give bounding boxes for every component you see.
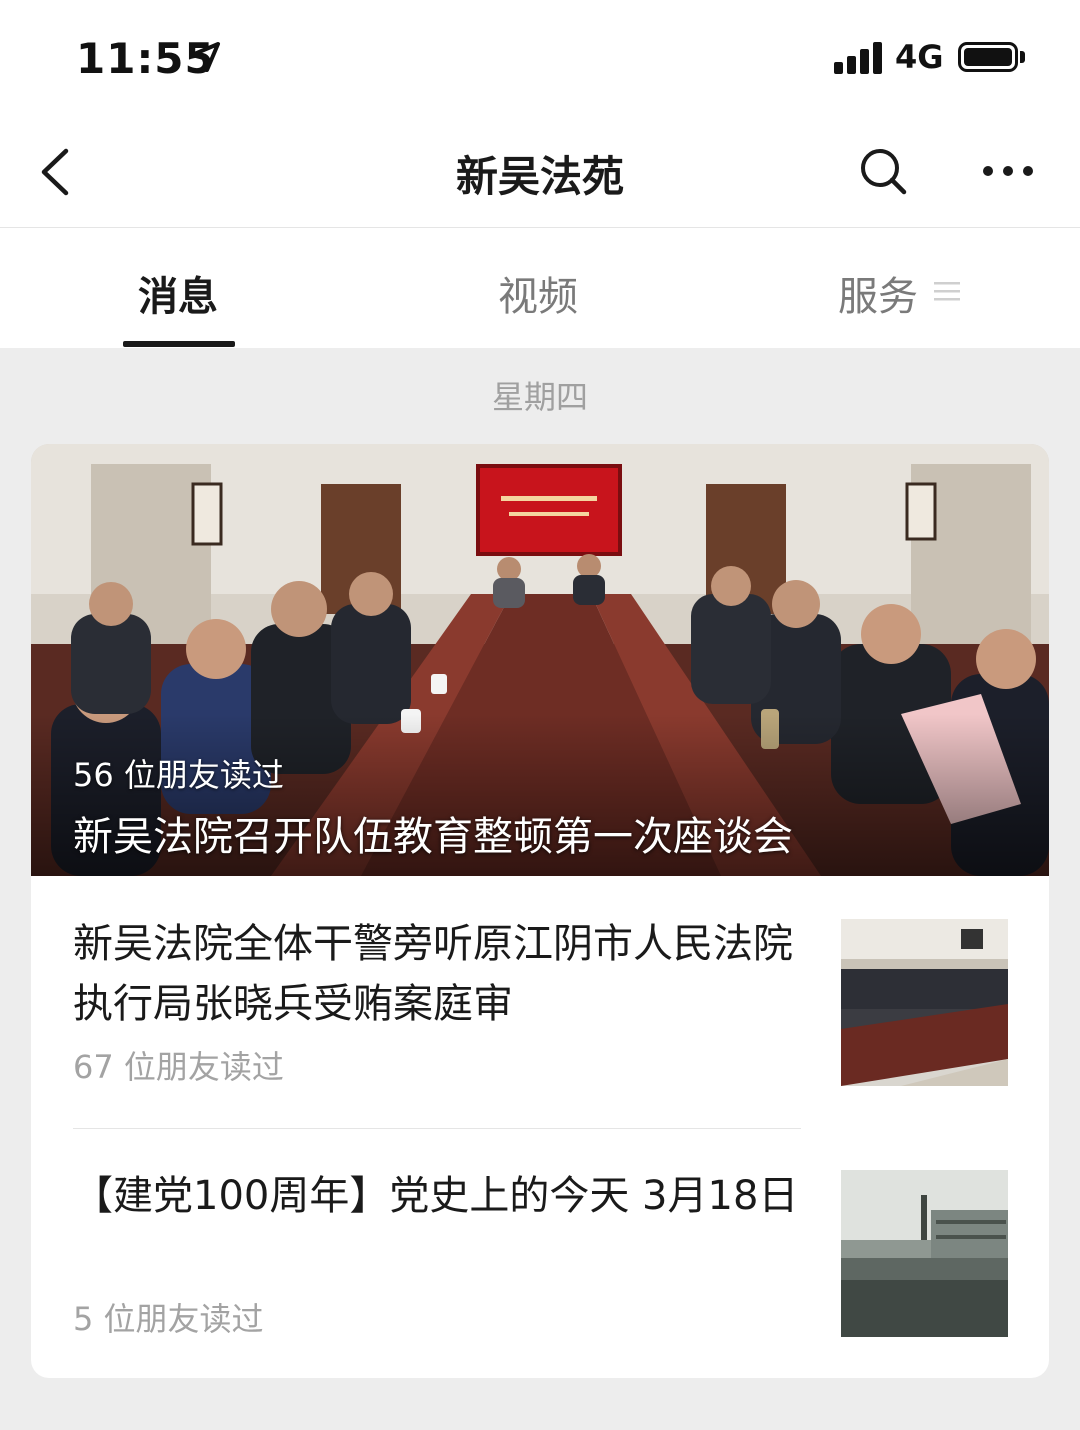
cellular-signal-icon [834, 42, 884, 74]
location-arrow-icon [190, 42, 220, 72]
article-thumbnail [841, 919, 1008, 1086]
hero-title: 新吴法院召开队伍教育整顿第一次座谈会 [73, 814, 793, 860]
article-thumbnail [841, 1170, 1008, 1337]
battery-icon [958, 42, 1018, 72]
active-tab-indicator [123, 341, 235, 347]
battery-tip [1020, 51, 1025, 63]
article-item[interactable]: 新吴法院全体干警旁听原江阴市人民法院执行局张晓兵受贿案庭审 67 位朋友读过 [73, 914, 1008, 1114]
status-bar: 11:55 4G [0, 0, 1080, 115]
article-divider [73, 1128, 801, 1129]
tab-services[interactable]: 服务 [838, 264, 918, 322]
article-title: 新吴法院全体干警旁听原江阴市人民法院执行局张晓兵受贿案庭审 [73, 921, 793, 1027]
more-options-icon[interactable] [980, 160, 1036, 182]
network-type: 4G [895, 38, 944, 76]
page-title: 新吴法苑 [455, 152, 624, 201]
article-item[interactable]: 【建党100周年】党史上的今天 3月18日 5 位朋友读过 [73, 1166, 1008, 1366]
article-read-count: 67 位朋友读过 [73, 1048, 284, 1086]
search-icon[interactable] [857, 145, 909, 197]
article-read-count: 5 位朋友读过 [73, 1300, 264, 1338]
date-label: 星期四 [491, 378, 588, 416]
article-title: 【建党100周年】党史上的今天 3月18日 [73, 1173, 799, 1219]
hero-article[interactable]: 56 位朋友读过 新吴法院召开队伍教育整顿第一次座谈会 [31, 444, 1049, 876]
tab-messages[interactable]: 消息 [138, 264, 218, 322]
hero-read-count: 56 位朋友读过 [73, 756, 284, 794]
tab-videos[interactable]: 视频 [498, 264, 578, 322]
menu-icon[interactable] [934, 280, 960, 302]
navigation-bar: 新吴法苑 [0, 115, 1080, 228]
article-card: 56 位朋友读过 新吴法院召开队伍教育整顿第一次座谈会 新吴法院全体干警旁听原江… [31, 444, 1049, 1378]
tab-bar: 消息 视频 服务 [0, 228, 1080, 348]
